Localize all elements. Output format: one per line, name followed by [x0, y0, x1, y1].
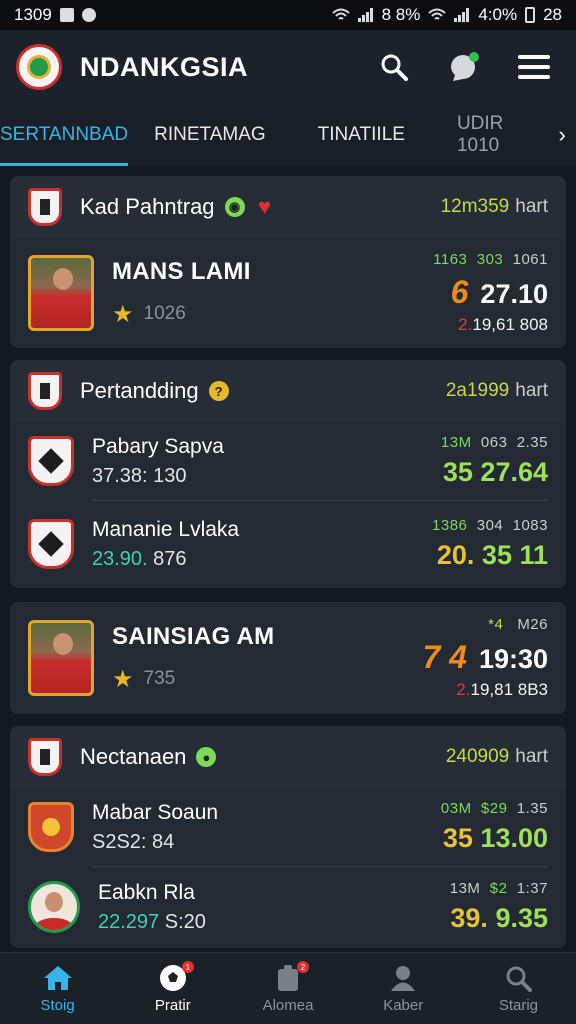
featured-player-row[interactable]: SAINSIAG AM ★ 735 *4 M26 7 4 19:30 2.19,81… [10, 602, 566, 714]
player-rating: 735 [143, 668, 176, 689]
bottom-navigation: Stoig 1 Pratir 2 Alomea Kaber Starig [0, 952, 576, 1024]
signal-icon-2 [454, 8, 470, 22]
home-icon [43, 966, 72, 990]
match-group-card-1: Pertandding ? 2a1999 hart Pabary Sapva 37… [10, 360, 566, 588]
status-extra-number: 28 [543, 5, 562, 24]
app-logo[interactable] [16, 44, 62, 90]
wifi-icon [331, 8, 350, 20]
player-name: MANS LAMI [112, 257, 251, 285]
match-row[interactable]: Eabkn Rla 22.297 S:20 13M $2 1:37 39. 9.… [10, 866, 566, 948]
tab-udir[interactable]: UDIR 1010 [431, 104, 548, 166]
match-name: Pabary Sapva [92, 434, 224, 458]
nav-alerts[interactable]: 2 Alomea [230, 953, 345, 1024]
club-shield-icon [28, 188, 62, 226]
match-sub: 23.90. 876 [92, 547, 187, 570]
match-sub: 37.38: 130 [92, 464, 187, 487]
card-meta: 2a1999 hart [445, 380, 548, 401]
card-title: Kad Pahntrag [80, 194, 215, 219]
match-row[interactable]: Mananie Lvlaka 23.90. 876 1386 304 1083 … [10, 500, 566, 588]
app-title: NDANKGSIA [80, 51, 249, 82]
status-time: 1309 [14, 5, 52, 24]
match-sub: S2S2: 84 [92, 830, 175, 853]
odds-block[interactable]: 1163 303 1061 6 27.10 2.19,61 808 [433, 251, 548, 335]
odds-block[interactable]: 13M 063 2.35 35 27.64 [441, 434, 548, 488]
card-meta: 240909 hart [445, 746, 548, 767]
nav-profile[interactable]: Kaber [346, 953, 461, 1024]
card-header: Nectanaen ● 240909 hart [10, 726, 566, 788]
nav-profile-label: Kaber [383, 997, 424, 1014]
signal-icon [357, 8, 373, 22]
team-badge-icon [28, 519, 74, 569]
settings-status-icon [81, 8, 96, 22]
app-bar: NDANKGSIA [0, 30, 576, 104]
star-icon: ★ [112, 300, 134, 328]
card-title: Nectanaen [80, 744, 187, 769]
search-nav-icon [506, 966, 533, 992]
chat-button[interactable] [438, 41, 490, 93]
nav-search-label: Starig [498, 997, 538, 1014]
battery-percent: 4:0% [478, 5, 518, 24]
search-button[interactable] [368, 41, 420, 93]
chat-icon [451, 52, 479, 81]
match-name: Mabar Soaun [92, 800, 219, 824]
player-avatar [28, 881, 80, 933]
status-bar: 1309 8 8% 4:0% 28 [0, 0, 576, 30]
notification-dot: 1 [181, 961, 194, 973]
tab-rinetamag[interactable]: RINETAMAG [128, 104, 292, 166]
odds-block[interactable]: 03M $29 1.35 35 13.00 [441, 800, 548, 854]
gallery-icon [59, 8, 74, 22]
match-row[interactable]: Mabar Soaun S2S2: 84 03M $29 1.35 35 13.… [10, 788, 566, 866]
club-shield-icon [28, 372, 62, 410]
match-name: Mananie Lvlaka [92, 517, 240, 541]
football-icon: ◉ [224, 197, 245, 217]
tab-tinatiile[interactable]: TINATIILE [292, 104, 431, 166]
user-icon [391, 966, 416, 991]
tab-sertannbad[interactable]: SERTANNBAD [0, 104, 129, 166]
info-icon[interactable]: ? [208, 381, 229, 401]
status-extra-text: 8 8% [381, 5, 421, 24]
card-title: Pertandding [80, 378, 199, 403]
wifi-icon-2 [428, 8, 446, 20]
nav-home[interactable]: Stoig [0, 953, 115, 1024]
location-pin-icon[interactable]: ● [196, 747, 217, 767]
team-badge-icon [28, 436, 74, 486]
odds-block[interactable]: *4 M26 7 4 19:30 2.19,81 8B3 [422, 616, 548, 700]
battery-icon [525, 7, 536, 23]
player-name: SAINSIAG AM [112, 622, 275, 650]
search-icon [381, 54, 408, 81]
menu-button[interactable] [508, 41, 560, 93]
card-header: Kad Pahntrag ◉ ♥ 12m359 hart [10, 176, 566, 238]
match-sub: 22.297 S:20 [98, 910, 206, 933]
match-name: Eabkn Rla [98, 880, 195, 904]
nav-search[interactable]: Starig [461, 953, 576, 1024]
player-photo [28, 255, 94, 331]
hamburger-menu-icon [518, 55, 550, 79]
nav-matches[interactable]: 1 Pratir [115, 953, 230, 1024]
nav-alerts-label: Alomea [262, 997, 314, 1014]
featured-card-2[interactable]: SAINSIAG AM ★ 735 *4 M26 7 4 19:30 2.19,81… [10, 602, 566, 714]
tab-scroll-right-icon[interactable]: › [548, 122, 576, 148]
player-photo [28, 620, 94, 696]
match-row[interactable]: Pabary Sapva 37.38: 130 13M 063 2.35 35 … [10, 422, 566, 500]
tab-bar: SERTANNBAD RINETAMAG TINATIILE UDIR 1010… [0, 104, 576, 166]
odds-block[interactable]: 1386 304 1083 20. 35 11 [432, 517, 548, 571]
team-badge-icon [28, 802, 74, 852]
nav-home-label: Stoig [40, 997, 75, 1014]
odds-block[interactable]: 13M $2 1:37 39. 9.35 [450, 880, 548, 934]
notification-dot: 2 [297, 961, 309, 973]
club-shield-icon [28, 738, 62, 776]
player-rating: 1026 [143, 303, 186, 324]
featured-player-row[interactable]: MANS LAMI ★ 1026 1163 303 1061 6 27.10 2.1… [10, 238, 566, 348]
card-meta: 12m359 hart [440, 196, 548, 217]
featured-card-1[interactable]: Kad Pahntrag ◉ ♥ 12m359 hart MANS LAMI ★ 1… [10, 176, 566, 348]
star-icon: ★ [112, 665, 134, 693]
match-group-card-2: Nectanaen ● 240909 hart Mabar Soaun S2S2:… [10, 726, 566, 948]
card-header: Pertandding ? 2a1999 hart [10, 360, 566, 422]
nav-matches-label: Pratir [154, 997, 191, 1014]
heart-badge-icon: ♥ [258, 194, 272, 219]
